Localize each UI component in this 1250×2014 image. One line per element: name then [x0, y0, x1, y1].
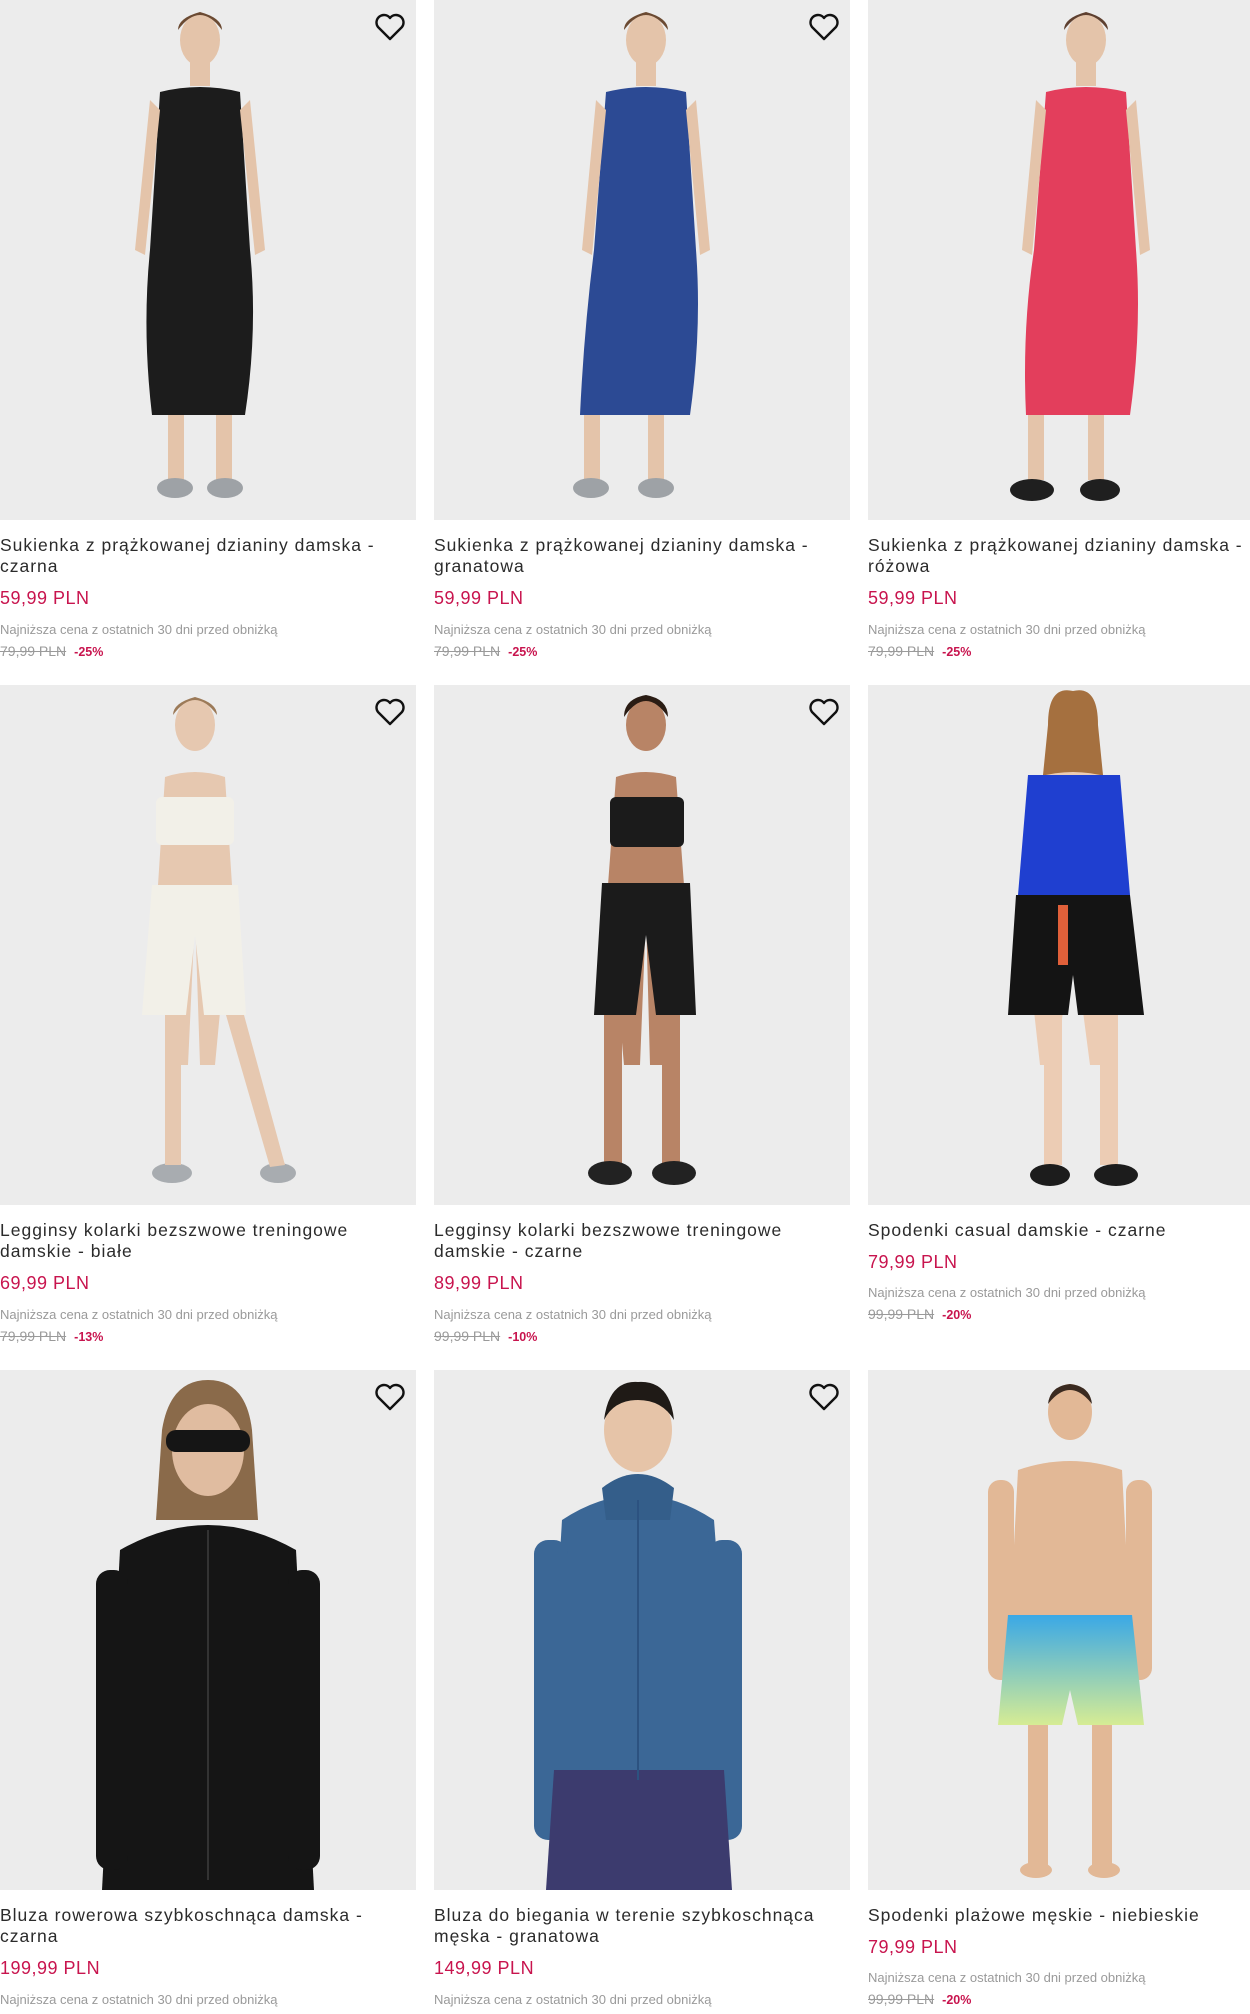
lowest-price-label: Najniższa cena z ostatnich 30 dni przed … — [434, 622, 712, 637]
product-image[interactable] — [868, 0, 1250, 520]
product-image[interactable] — [868, 685, 1250, 1205]
product-price: 149,99 PLN — [434, 1958, 535, 1978]
old-price: 79,99 PLN — [0, 1328, 67, 1344]
product-image[interactable] — [0, 0, 416, 520]
product-price: 69,99 PLN — [0, 1273, 90, 1293]
product-card[interactable]: Bluza rowerowa szybkoschnąca damska - cz… — [0, 1370, 416, 2007]
discount-badge: -20% — [942, 1308, 972, 1322]
product-image[interactable] — [434, 685, 850, 1205]
product-card[interactable]: Sukienka z prążkowanej dzianiny damska -… — [868, 0, 1250, 659]
lowest-price-label: Najniższa cena z ostatnich 30 dni przed … — [434, 1307, 712, 1322]
lowest-price-label: Najniższa cena z ostatnich 30 dni przed … — [0, 1307, 278, 1322]
heart-outline-icon[interactable] — [806, 10, 842, 44]
old-price: 99,99 PLN — [868, 1306, 935, 1322]
heart-outline-icon[interactable] — [806, 695, 842, 729]
old-price-row: 99,99 PLN -10% — [434, 1328, 537, 1344]
product-image[interactable] — [868, 1370, 1250, 1890]
product-card[interactable]: Bluza do biegania w terenie szybkoschnąc… — [434, 1370, 850, 2007]
old-price-row: 99,99 PLN -20% — [868, 1991, 971, 2007]
product-photo-swim-shorts — [988, 1384, 1152, 1878]
lowest-price-label: Najniższa cena z ostatnich 30 dni przed … — [868, 1285, 1146, 1300]
product-price: 59,99 PLN — [434, 588, 524, 608]
heart-outline-icon[interactable] — [806, 1380, 842, 1414]
product-name[interactable]: Sukienka z prążkowanej dzianiny damska -… — [434, 535, 834, 577]
old-price-row: 79,99 PLN -25% — [434, 643, 537, 659]
product-name[interactable]: Bluza rowerowa szybkoschnąca damska - cz… — [0, 1905, 400, 1947]
old-price: 79,99 PLN — [434, 643, 501, 659]
product-name[interactable]: Bluza do biegania w terenie szybkoschnąc… — [434, 1905, 834, 1947]
product-name[interactable]: Sukienka z prążkowanej dzianiny damska -… — [0, 535, 400, 577]
product-image[interactable] — [0, 1370, 416, 1890]
old-price-row: 79,99 PLN -25% — [0, 643, 103, 659]
heart-outline-icon[interactable] — [372, 695, 408, 729]
old-price: 99,99 PLN — [868, 1991, 935, 2007]
lowest-price-label: Najniższa cena z ostatnich 30 dni przed … — [0, 1992, 278, 2007]
product-image[interactable] — [434, 0, 850, 520]
lowest-price-label: Najniższa cena z ostatnich 30 dni przed … — [868, 622, 1146, 637]
discount-badge: -25% — [74, 645, 104, 659]
product-photo-shorts — [1008, 690, 1144, 1186]
heart-outline-icon[interactable] — [372, 1380, 408, 1414]
product-card[interactable]: Legginsy kolarki bezszwowe treningowe da… — [0, 685, 416, 1344]
product-price: 59,99 PLN — [868, 588, 958, 608]
heart-outline-icon[interactable] — [372, 10, 408, 44]
product-name[interactable]: Legginsy kolarki bezszwowe treningowe da… — [0, 1220, 400, 1262]
lowest-price-label: Najniższa cena z ostatnich 30 dni przed … — [868, 1970, 1146, 1985]
product-card[interactable]: Sukienka z prążkowanej dzianiny damska -… — [434, 0, 850, 659]
product-image[interactable] — [0, 685, 416, 1205]
product-price: 79,99 PLN — [868, 1937, 958, 1957]
product-photo-hoodie — [534, 1381, 742, 1890]
lowest-price-label: Najniższa cena z ostatnich 30 dni przed … — [0, 622, 278, 637]
product-card[interactable]: Spodenki plażowe męskie - niebieskie 79,… — [868, 1370, 1250, 2007]
discount-badge: -25% — [508, 645, 538, 659]
product-price: 89,99 PLN — [434, 1273, 524, 1293]
product-price: 79,99 PLN — [868, 1252, 958, 1272]
discount-badge: -20% — [942, 1993, 972, 2007]
product-name[interactable]: Legginsy kolarki bezszwowe treningowe da… — [434, 1220, 834, 1262]
product-name[interactable]: Spodenki casual damskie - czarne — [868, 1220, 1250, 1241]
product-photo-dress — [1010, 12, 1150, 501]
lowest-price-label: Najniższa cena z ostatnich 30 dni przed … — [434, 1992, 712, 2007]
discount-badge: -25% — [942, 645, 972, 659]
product-price: 199,99 PLN — [0, 1958, 101, 1978]
product-name[interactable]: Spodenki plażowe męskie - niebieskie — [868, 1905, 1250, 1926]
product-name[interactable]: Sukienka z prążkowanej dzianiny damska -… — [868, 535, 1250, 577]
product-price: 59,99 PLN — [0, 588, 90, 608]
discount-badge: -13% — [74, 1330, 104, 1344]
product-card[interactable]: Sukienka z prążkowanej dzianiny damska -… — [0, 0, 416, 659]
product-card[interactable]: Spodenki casual damskie - czarne 79,99 P… — [868, 685, 1250, 1322]
product-photo-jacket — [96, 1380, 320, 1890]
product-card[interactable]: Legginsy kolarki bezszwowe treningowe da… — [434, 685, 850, 1344]
product-photo-dress — [573, 12, 710, 498]
product-photo-leggings — [588, 695, 696, 1185]
old-price: 79,99 PLN — [0, 643, 67, 659]
discount-badge: -10% — [508, 1330, 538, 1344]
product-photo-dress — [135, 12, 265, 498]
old-price-row: 79,99 PLN -25% — [868, 643, 971, 659]
old-price-row: 99,99 PLN -20% — [868, 1306, 971, 1322]
old-price: 99,99 PLN — [434, 1328, 501, 1344]
old-price: 79,99 PLN — [868, 643, 935, 659]
product-image[interactable] — [434, 1370, 850, 1890]
product-photo-leggings — [142, 697, 296, 1183]
old-price-row: 79,99 PLN -13% — [0, 1328, 103, 1344]
